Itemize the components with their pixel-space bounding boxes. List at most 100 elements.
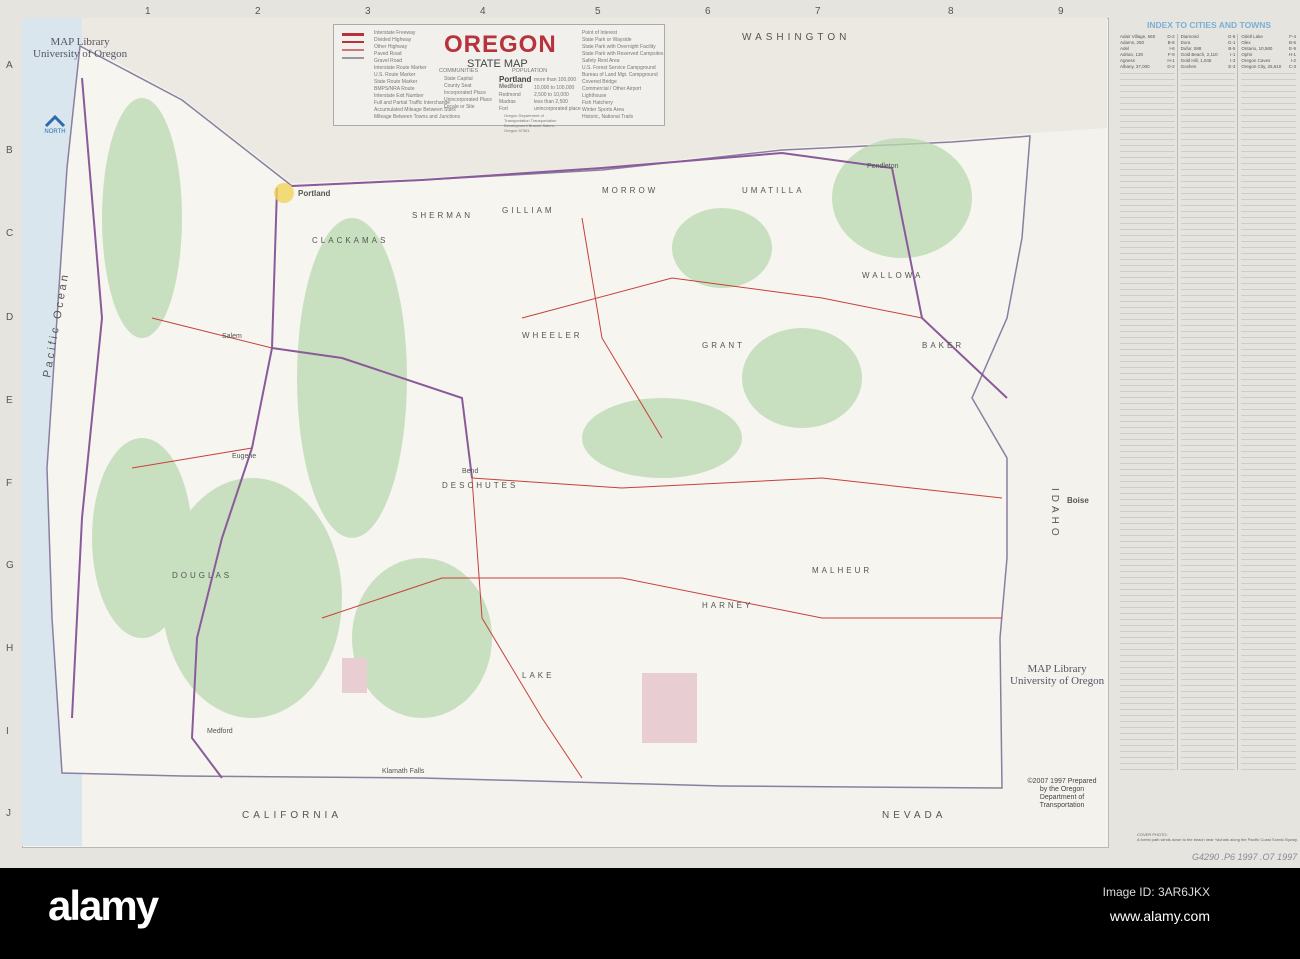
index-column: Adair Village, 560 D-2 Adams, 260 B-8 Adel… bbox=[1120, 34, 1178, 770]
legend-item: Gravel Road bbox=[374, 58, 403, 64]
city-klamath-falls: Klamath Falls bbox=[382, 768, 425, 775]
grid-number: 8 bbox=[948, 6, 954, 17]
index-column: Diamond G-8 Dora G-1 Dufur, 588 B-5 Gold Be… bbox=[1180, 34, 1239, 770]
legend-heading: COMMUNITIES bbox=[439, 68, 479, 74]
legend-item: Safety Rest Area bbox=[582, 58, 620, 64]
county-label: UMATILLA bbox=[742, 186, 805, 195]
city-eugene: Eugene bbox=[232, 453, 256, 460]
legend-item: Fish Hatchery bbox=[582, 100, 613, 106]
legend-swatch bbox=[342, 57, 364, 59]
legend-item: Madras bbox=[499, 99, 516, 105]
image-id: Image ID: 3AR6JKX bbox=[1102, 885, 1210, 899]
city-salem: Salem bbox=[222, 333, 242, 340]
grid-letter: D bbox=[6, 312, 14, 323]
county-label: WHEELER bbox=[522, 331, 583, 340]
city-pendleton: Pendleton bbox=[867, 163, 899, 170]
copyright-note: ©2007 1997 Prepared by the Oregon Depart… bbox=[1027, 778, 1097, 809]
index-header: INDEX TO CITIES AND TOWNS bbox=[1146, 20, 1272, 30]
grid-number: 9 bbox=[1058, 6, 1064, 17]
legend-item: Bureau of Land Mgt. Campground bbox=[582, 72, 658, 78]
library-stamp-line: University of Oregon bbox=[33, 48, 128, 60]
legend-item: State Capital bbox=[444, 76, 473, 82]
index-entries-more bbox=[1180, 70, 1236, 770]
grid-letter: G bbox=[6, 560, 14, 571]
index-column: Odell Lake F-4 Olex B-6 Ontario, 10,580 E-9… bbox=[1241, 34, 1298, 770]
crater-lake-park bbox=[342, 658, 367, 693]
grid-number: 3 bbox=[365, 6, 371, 17]
legend-swatch bbox=[342, 41, 364, 43]
legend-item: State Route Marker bbox=[374, 79, 418, 85]
legend-item: Paved Road bbox=[374, 51, 402, 57]
reserve-area bbox=[642, 673, 697, 743]
legend-item: Other Highway bbox=[374, 44, 408, 50]
legend-item: Interstate Freeway bbox=[374, 30, 416, 36]
watermark-bar: alamy Image ID: 3AR6JKX www.alamy.com bbox=[0, 868, 1300, 959]
label-california: CALIFORNIA bbox=[242, 810, 342, 821]
legend-item: Incorporated Place bbox=[444, 90, 486, 96]
library-stamp: MAP Library University of Oregon bbox=[33, 36, 127, 60]
legend-item: Interstate Exit Number bbox=[374, 93, 424, 99]
legend-item: 10,000 to 100,000 bbox=[534, 85, 575, 91]
legend-item: Redmond bbox=[499, 92, 521, 98]
legend-item: 2,500 to 10,000 bbox=[534, 92, 569, 98]
legend-item: Lighthouse bbox=[582, 93, 607, 99]
alamy-url: www.alamy.com bbox=[1109, 908, 1210, 924]
legend-item: Unincorporated Place bbox=[444, 97, 493, 103]
legend-item: State Park or Wayside bbox=[582, 37, 632, 43]
county-label: GRANT bbox=[702, 341, 745, 350]
alamy-logo: alamy bbox=[48, 882, 159, 929]
grid-number: 4 bbox=[480, 6, 486, 17]
legend-item: Medford bbox=[499, 84, 523, 90]
north-arrow: NORTH bbox=[44, 114, 66, 135]
legend-swatch bbox=[342, 33, 364, 36]
legend-item: Portland bbox=[499, 75, 532, 84]
city-boise: Boise bbox=[1067, 496, 1089, 505]
grid-number: 5 bbox=[595, 6, 601, 17]
legend-item: State Park with Reserved Campsites bbox=[582, 51, 664, 57]
legend-heading: POPULATION bbox=[512, 68, 548, 74]
legend-item: BMPS/NRA Route bbox=[374, 86, 415, 92]
legend-item: State Park with Overnight Facility bbox=[582, 44, 656, 50]
city-index-panel: INDEX TO CITIES AND TOWNS Adair Village,… bbox=[1120, 14, 1298, 854]
city-portland: Portland bbox=[298, 189, 331, 198]
legend-item: Interstate Route Marker bbox=[374, 65, 427, 71]
map-legend: OREGON STATE MAP Interstate Freeway Divi… bbox=[333, 24, 665, 133]
legend-item: Fort bbox=[499, 106, 508, 112]
legend-item: Full and Partial Traffic Interchange bbox=[374, 100, 451, 106]
legend-item: Divided Highway bbox=[374, 37, 412, 43]
library-stamp-line: MAP Library bbox=[50, 36, 110, 48]
legend-item: County Seat bbox=[444, 83, 472, 89]
grid-letter: B bbox=[6, 145, 13, 156]
county-label: LAKE bbox=[522, 671, 554, 680]
library-stamp: MAP Library University of Oregon bbox=[1010, 663, 1104, 687]
grid-letter: F bbox=[6, 478, 13, 489]
grid-letter: C bbox=[6, 228, 14, 239]
county-label: MALHEUR bbox=[812, 566, 872, 575]
county-label: MORROW bbox=[602, 186, 658, 195]
county-label: DOUGLAS bbox=[172, 571, 232, 580]
legend-item: Winter Sports Area bbox=[582, 107, 624, 113]
label-nevada: NEVADA bbox=[882, 810, 946, 821]
library-stamp-line: University of Oregon bbox=[1010, 675, 1105, 687]
legend-item: Covered Bridge bbox=[582, 79, 617, 85]
grid-letter: H bbox=[6, 643, 14, 654]
grid-number: 1 bbox=[145, 6, 151, 17]
grid-letter: E bbox=[6, 395, 13, 406]
city-medford: Medford bbox=[207, 728, 233, 735]
legend-item: U.S. Route Marker bbox=[374, 72, 416, 78]
legend-item: Historic, National Trails bbox=[582, 114, 634, 120]
index-entry: Oregon City, 25,610 C-3 bbox=[1241, 64, 1297, 69]
legend-item: U.S. Forest Service Campground bbox=[582, 65, 656, 71]
grid-letter: A bbox=[6, 60, 13, 71]
county-label: CLACKAMAS bbox=[312, 236, 388, 245]
legend-credit: Oregon Department of Transportation Tran… bbox=[504, 113, 557, 133]
county-label: WALLOWA bbox=[862, 271, 923, 280]
legend-item: Commercial / Other Airport bbox=[582, 86, 642, 92]
county-label: BAKER bbox=[922, 341, 964, 350]
library-stamp-line: MAP Library bbox=[1027, 663, 1087, 675]
city-bend: Bend bbox=[462, 468, 478, 475]
label-washington: WASHINGTON bbox=[742, 32, 850, 43]
legend-item: Mileage Between Towns and Junctions bbox=[374, 114, 461, 120]
map-sheet: WASHINGTON IDAHO NEVADA CALIFORNIA Pacif… bbox=[0, 0, 1300, 868]
county-label: GILLIAM bbox=[502, 206, 555, 215]
